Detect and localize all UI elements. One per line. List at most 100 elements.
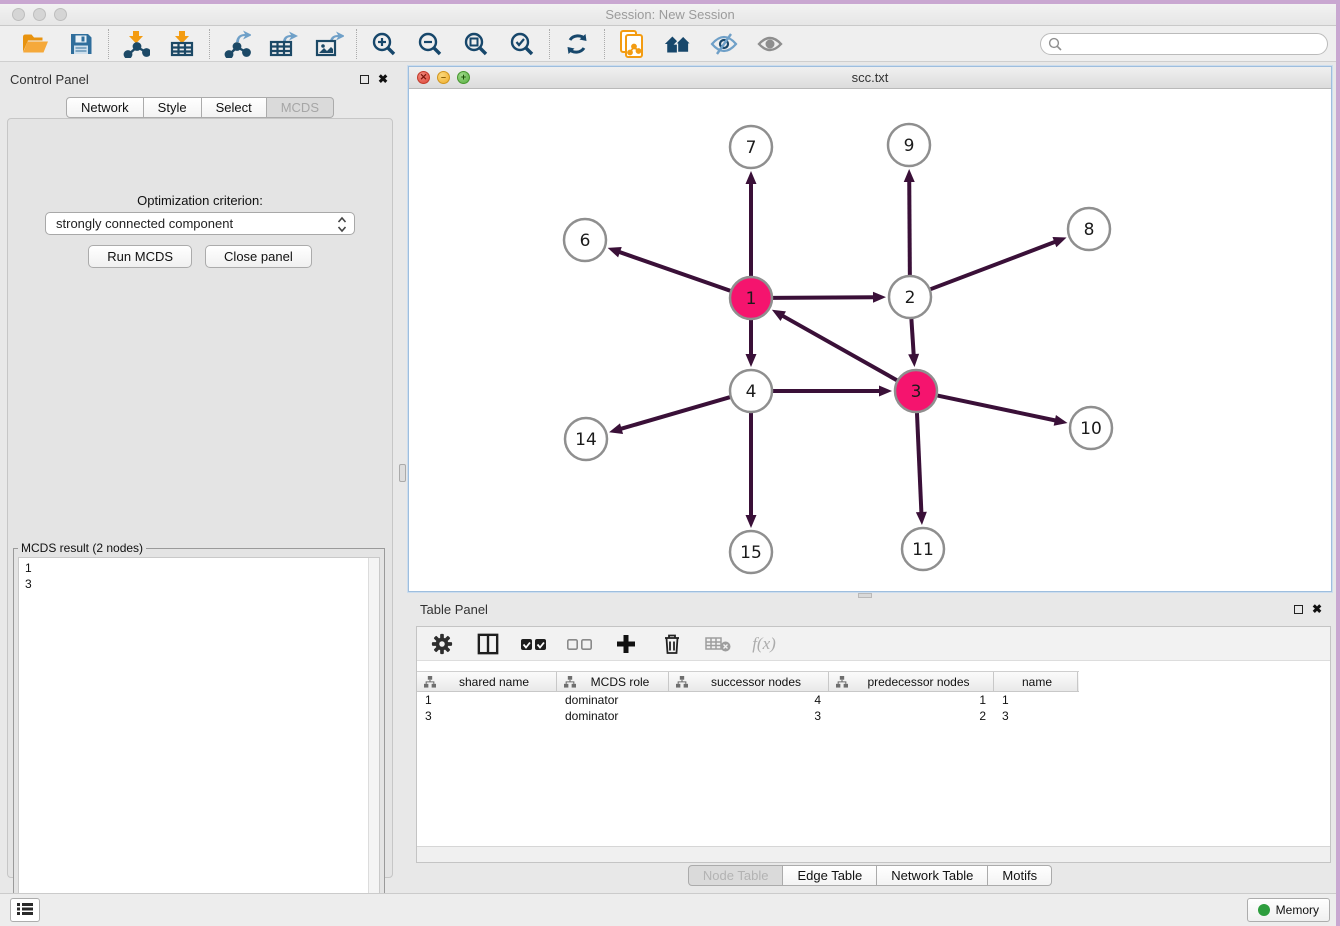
table-header-row: shared nameMCDS rolesuccessor nodesprede… [417,671,1079,692]
panel-toggle-button[interactable] [10,898,40,922]
table-panel-tabs: Node TableEdge TableNetwork TableMotifs [408,865,1332,886]
zoom-out-icon[interactable] [415,29,445,59]
table-cell[interactable]: dominator [557,692,669,708]
graph-edge-arrowhead [746,515,757,528]
graph-edge-3-10[interactable] [938,396,1057,421]
node-table: shared nameMCDS rolesuccessor nodesprede… [417,671,1330,724]
graph-node-1[interactable]: 1 [730,277,772,319]
network-canvas[interactable]: 7 9 6 8 1 2 4 3 14 10 15 11 [409,89,1331,591]
tab-motifs[interactable]: Motifs [988,865,1052,886]
graph-edge-2-9[interactable] [909,180,910,275]
column-header-shared-name[interactable]: shared name [417,672,557,691]
table-cell[interactable]: 3 [417,708,557,724]
column-header-MCDS-role[interactable]: MCDS role [557,672,669,691]
tab-style[interactable]: Style [144,97,202,118]
graph-edge-1-6[interactable] [618,252,730,291]
export-table-icon[interactable] [268,29,298,59]
zoom-selected-icon[interactable] [507,29,537,59]
graph-node-3[interactable]: 3 [895,370,937,412]
graph-edge-arrowhead [609,423,623,434]
table-hscrollbar[interactable] [417,846,1330,862]
vertical-splitter[interactable] [398,62,408,893]
graph-node-15[interactable]: 15 [730,531,772,573]
zoom-fit-icon[interactable] [461,29,491,59]
float-table-panel-icon[interactable] [1294,605,1303,614]
open-folder-icon[interactable] [20,29,50,59]
float-panel-icon[interactable] [360,75,369,84]
table-cell[interactable]: 1 [994,692,1078,708]
zoom-in-icon[interactable] [369,29,399,59]
close-panel-button[interactable]: Close panel [205,245,312,268]
table-row[interactable]: 1dominator411 [417,692,1330,708]
search-input[interactable] [1040,33,1328,55]
network-window-titlebar[interactable]: ✕ – + scc.txt [409,67,1331,89]
delete-column-icon[interactable] [659,631,685,657]
run-mcds-button[interactable]: Run MCDS [88,245,192,268]
refresh-icon[interactable] [562,29,592,59]
list-icon [17,902,33,919]
svg-text:10: 10 [1080,419,1102,439]
table-cell[interactable]: dominator [557,708,669,724]
tab-node-table[interactable]: Node Table [688,865,784,886]
graph-edge-3-11[interactable] [917,413,921,514]
import-table-icon[interactable] [167,29,197,59]
main-toolbar [0,26,1340,62]
graph-node-7[interactable]: 7 [730,126,772,168]
graph-edge-arrowhead [904,169,915,182]
table-row[interactable]: 3dominator323 [417,708,1330,724]
graph-node-10[interactable]: 10 [1070,407,1112,449]
deselect-all-icon[interactable] [567,631,593,657]
graph-node-8[interactable]: 8 [1068,208,1110,250]
table-cell[interactable]: 3 [669,708,829,724]
table-toolbar: f(x) [417,627,1330,661]
tab-select[interactable]: Select [202,97,267,118]
graph-edge-arrowhead [879,386,892,397]
network-splitter-handle[interactable] [858,593,872,598]
save-session-icon[interactable] [66,29,96,59]
table-cell[interactable]: 3 [994,708,1078,724]
column-header-predecessor-nodes[interactable]: predecessor nodes [829,672,994,691]
splitter-handle[interactable] [399,464,406,482]
table-cell[interactable]: 1 [417,692,557,708]
column-header-successor-nodes[interactable]: successor nodes [669,672,829,691]
close-panel-icon[interactable]: ✖ [378,73,388,85]
memory-button[interactable]: Memory [1247,898,1330,922]
table-cell[interactable]: 1 [829,692,994,708]
tab-mcds[interactable]: MCDS [267,97,334,118]
eye-slash-icon[interactable] [709,29,739,59]
graph-node-11[interactable]: 11 [902,528,944,570]
select-all-icon[interactable] [521,631,547,657]
duplicate-network-icon[interactable] [617,29,647,59]
graph-node-6[interactable]: 6 [564,219,606,261]
tab-network[interactable]: Network [66,97,144,118]
home-icon[interactable] [663,29,693,59]
export-image-icon[interactable] [314,29,344,59]
table-cell[interactable]: 2 [829,708,994,724]
graph-node-14[interactable]: 14 [565,418,607,460]
import-network-icon[interactable] [121,29,151,59]
graph-edge-arrowhead [916,512,927,525]
window-titlebar: Session: New Session [0,4,1340,26]
columns-icon[interactable] [475,631,501,657]
column-header-name[interactable]: name [994,672,1078,691]
graph-node-9[interactable]: 9 [888,124,930,166]
graph-edge-4-14[interactable] [620,397,730,429]
export-network-icon[interactable] [222,29,252,59]
graph-node-4[interactable]: 4 [730,370,772,412]
mcds-result-area[interactable]: 1 3 [18,557,380,909]
add-column-icon[interactable] [613,631,639,657]
close-table-panel-icon[interactable]: ✖ [1312,603,1322,615]
graph-edge-3-1[interactable] [781,315,896,380]
criterion-dropdown-value: strongly connected component [56,216,233,231]
tab-edge-table[interactable]: Edge Table [783,865,877,886]
result-scrollbar[interactable] [368,558,379,908]
gear-icon[interactable] [429,631,455,657]
table-cell[interactable]: 4 [669,692,829,708]
graph-edge-2-3[interactable] [911,319,913,356]
graph-edge-1-2[interactable] [773,297,875,298]
graph-node-2[interactable]: 2 [889,276,931,318]
criterion-dropdown[interactable]: strongly connected component [45,212,355,235]
tab-network-table[interactable]: Network Table [877,865,988,886]
search-box[interactable] [1040,33,1328,55]
graph-edge-2-8[interactable] [931,241,1057,289]
